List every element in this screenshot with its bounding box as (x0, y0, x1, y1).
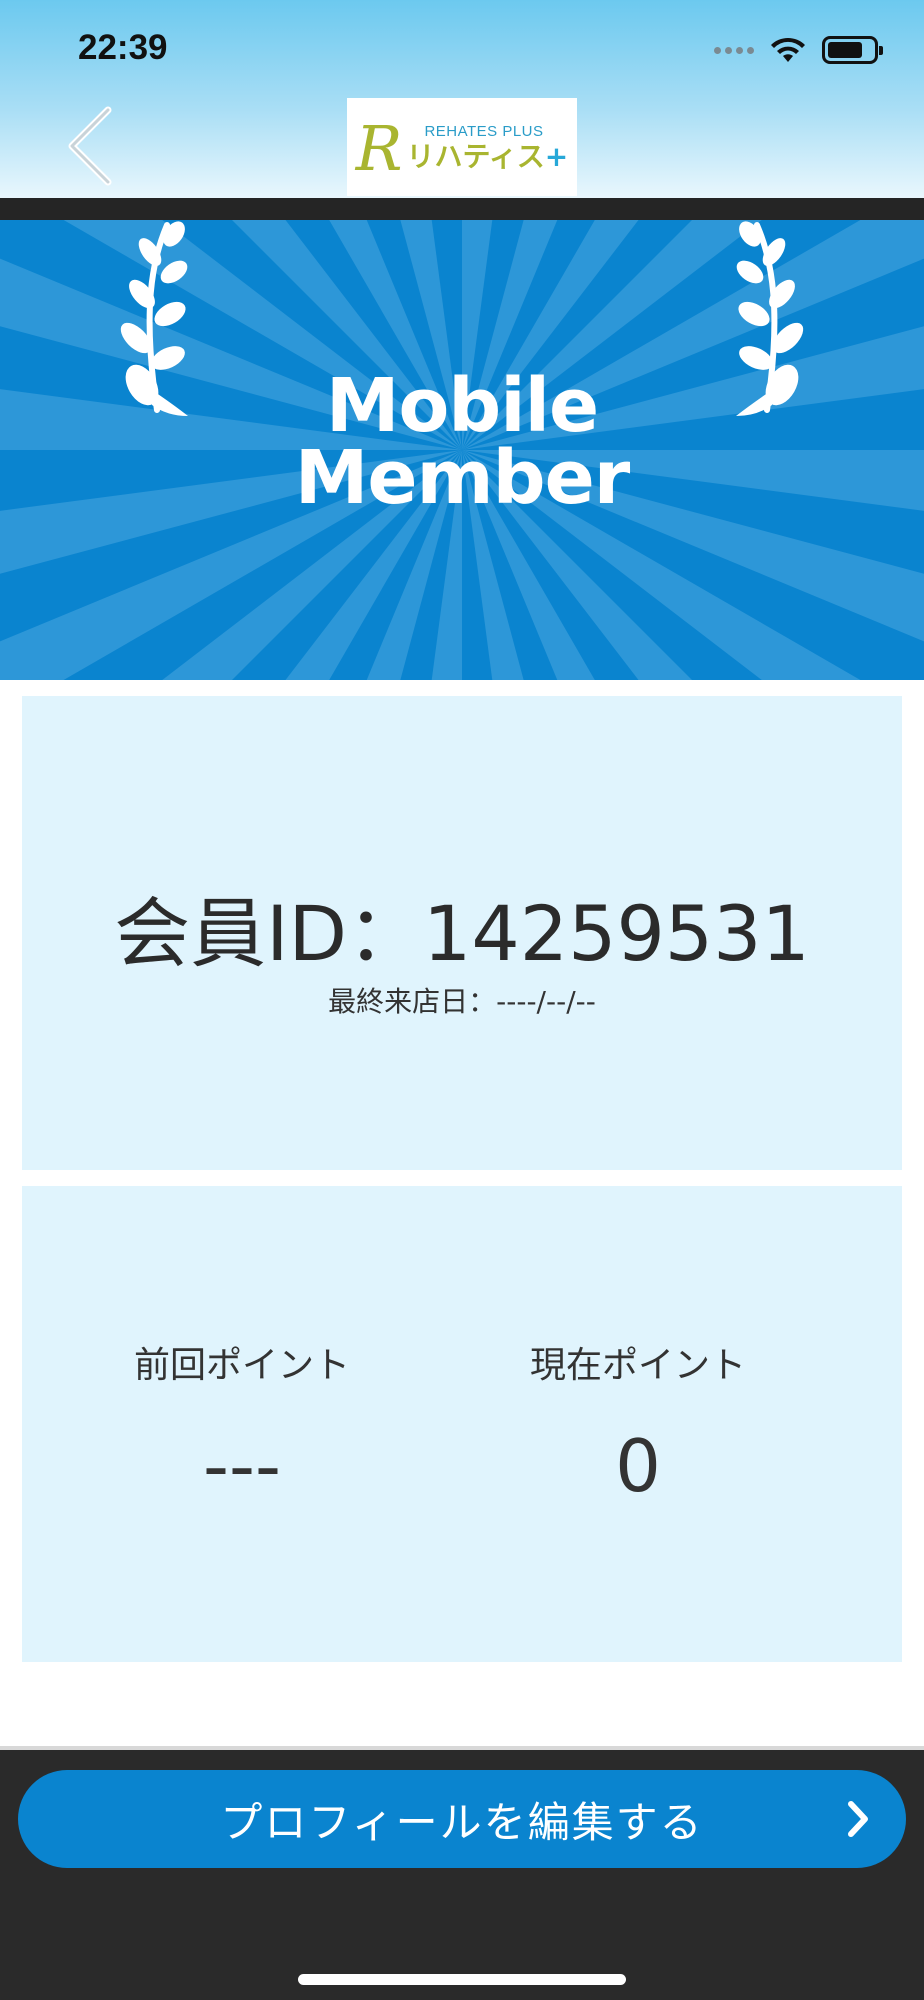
logo-mark: R (355, 112, 403, 185)
battery-icon (822, 36, 883, 64)
mobile-member-banner: Mobile Member (0, 220, 924, 680)
app-header: 22:39 R REHATES PLUS リハティス+ (0, 0, 924, 198)
logo-english-text: REHATES PLUS (424, 122, 544, 140)
signal-icon (714, 46, 754, 54)
status-time: 22:39 (78, 28, 168, 67)
edit-profile-button[interactable]: プロフィールを編集する (18, 1770, 906, 1868)
last-visit-date: 最終来店日：----/--/-- (328, 985, 596, 1018)
previous-points-label: 前回ポイント (133, 1345, 350, 1386)
logo-japanese-main: リハティス (406, 139, 545, 173)
member-id-card: 会員ID：14259531 最終来店日：----/--/-- (22, 696, 902, 1170)
previous-points-value: --- (203, 1424, 281, 1508)
logo-japanese-text: リハティス+ (406, 139, 569, 173)
brand-logo: R REHATES PLUS リハティス+ (347, 98, 577, 196)
home-indicator (298, 1974, 626, 1985)
chevron-left-icon (68, 106, 112, 186)
current-points: 現在ポイント 0 (418, 1336, 858, 1508)
current-points-value: 0 (615, 1424, 661, 1508)
chevron-right-icon (848, 1801, 868, 1837)
points-card: 前回ポイント --- 現在ポイント 0 (22, 1186, 902, 1662)
current-points-label: 現在ポイント (529, 1345, 746, 1386)
banner-title-line2: Member (294, 435, 631, 521)
previous-points: 前回ポイント --- (22, 1336, 462, 1508)
footer-bar: プロフィールを編集する (0, 1750, 924, 2000)
back-button[interactable] (64, 104, 120, 188)
banner-title-line1: Mobile (325, 363, 599, 449)
status-icons (714, 34, 883, 66)
banner-title: Mobile Member (0, 363, 924, 521)
logo-japanese-plus: + (544, 139, 569, 173)
wifi-icon (771, 37, 805, 62)
header-divider (0, 198, 924, 220)
member-id: 会員ID：14259531 (114, 889, 810, 978)
edit-profile-button-label: プロフィールを編集する (220, 1797, 704, 1847)
